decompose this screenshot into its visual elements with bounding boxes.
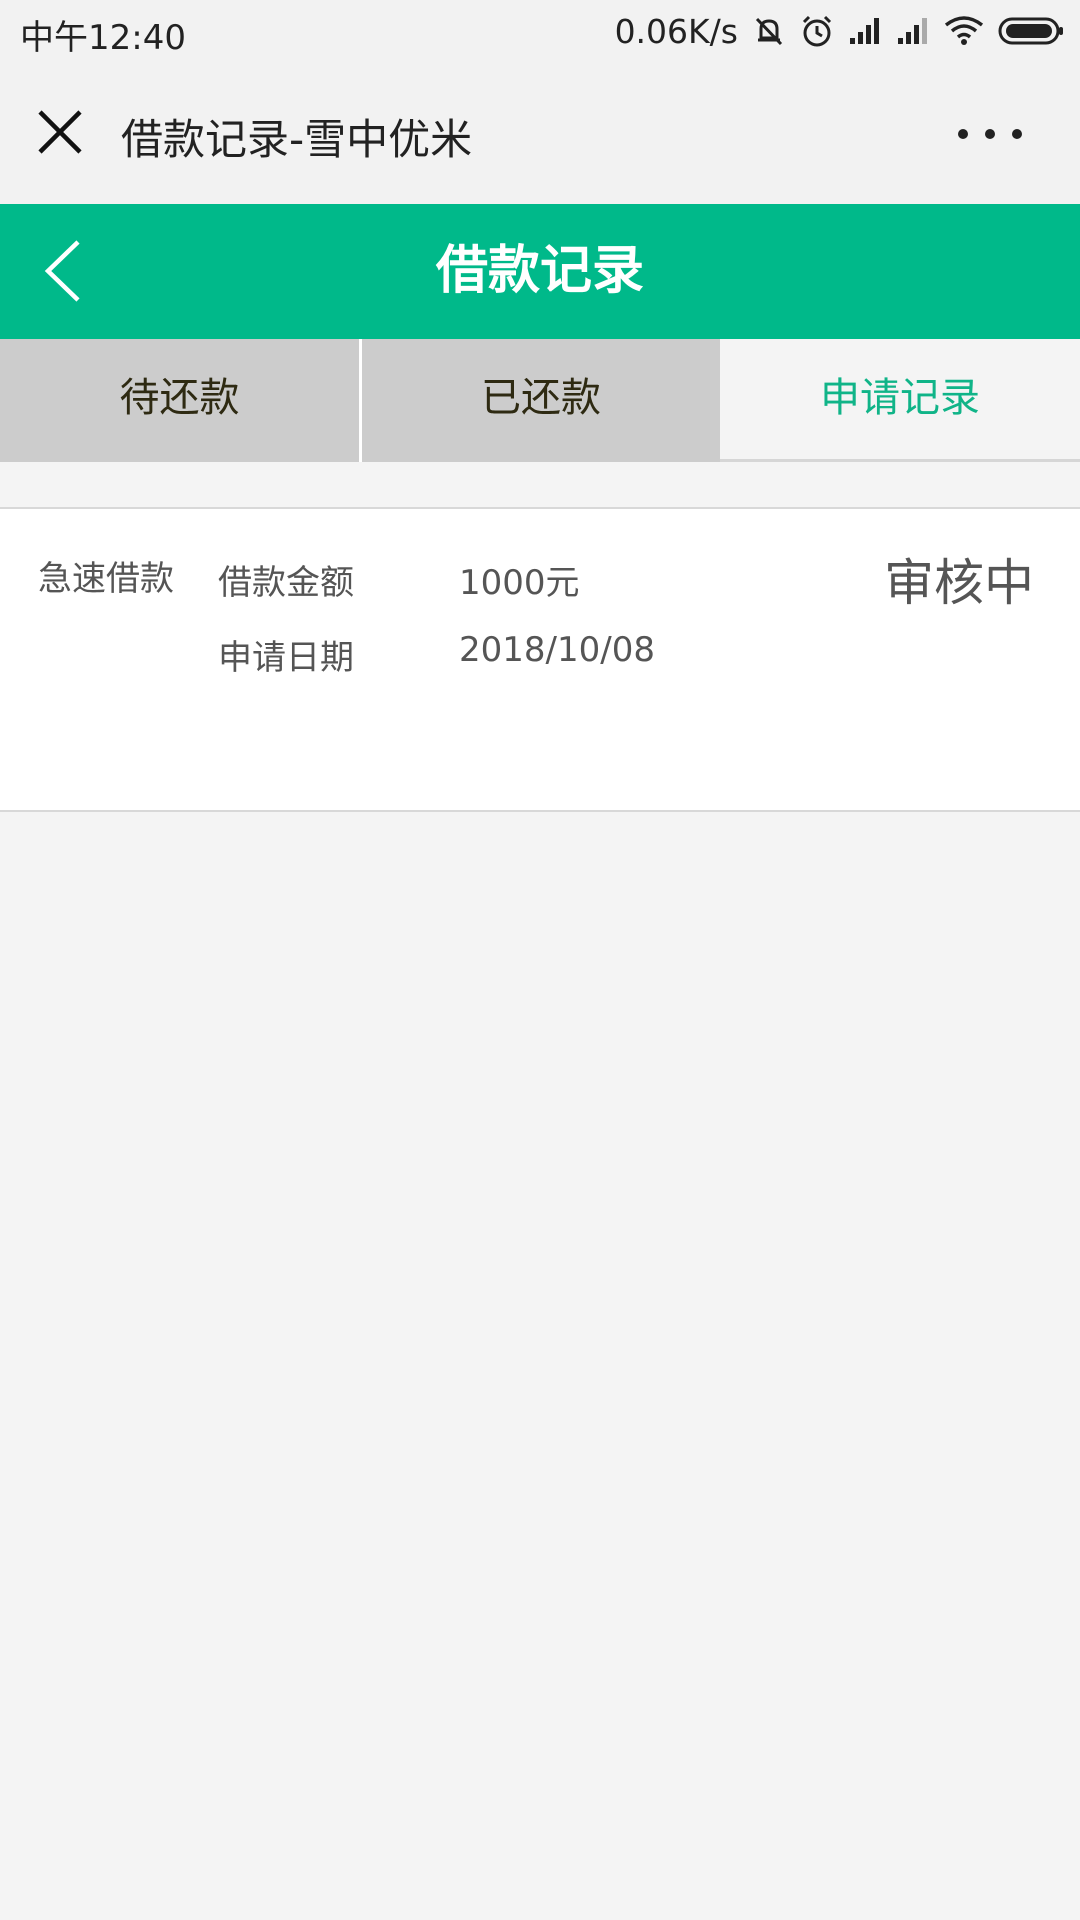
status-bar: 中午12:40 0.06K/s [0, 0, 1080, 62]
close-icon[interactable] [36, 108, 84, 156]
battery-icon [998, 17, 1063, 45]
tab-repaid[interactable]: 已还款 [362, 339, 720, 462]
chevron-left-icon[interactable] [38, 236, 88, 306]
page-header: 借款记录 [0, 204, 1080, 339]
tab-application-records[interactable]: 申请记录 [720, 339, 1080, 462]
signal-icon [850, 18, 879, 44]
network-speed: 0.06K/s [614, 11, 738, 51]
status-badge: 审核中 [884, 554, 1034, 612]
amount-label: 借款金额 [218, 563, 354, 603]
more-icon[interactable] [958, 122, 1022, 146]
status-time: 中午12:40 [20, 18, 186, 58]
date-label: 申请日期 [218, 638, 354, 678]
status-icons: 0.06K/s [615, 10, 1064, 52]
list-item[interactable]: 急速借款 借款金额 1000元 申请日期 2018/10/08 审核中 [0, 507, 1080, 812]
date-value: 2018/10/08 [459, 630, 655, 670]
tab-pending-repayment[interactable]: 待还款 [0, 339, 362, 462]
signal-icon [898, 18, 927, 44]
wifi-icon [944, 16, 984, 45]
loan-type: 急速借款 [38, 559, 174, 599]
mute-icon [755, 17, 783, 46]
title-bar: 借款记录-雪中优米 [0, 62, 1080, 204]
tab-bar: 待还款 已还款 申请记录 [0, 339, 1080, 462]
window-title: 借款记录-雪中优米 [121, 115, 473, 164]
amount-value: 1000元 [459, 563, 580, 603]
alarm-icon [802, 15, 832, 47]
page-title: 借款记录 [435, 241, 644, 301]
